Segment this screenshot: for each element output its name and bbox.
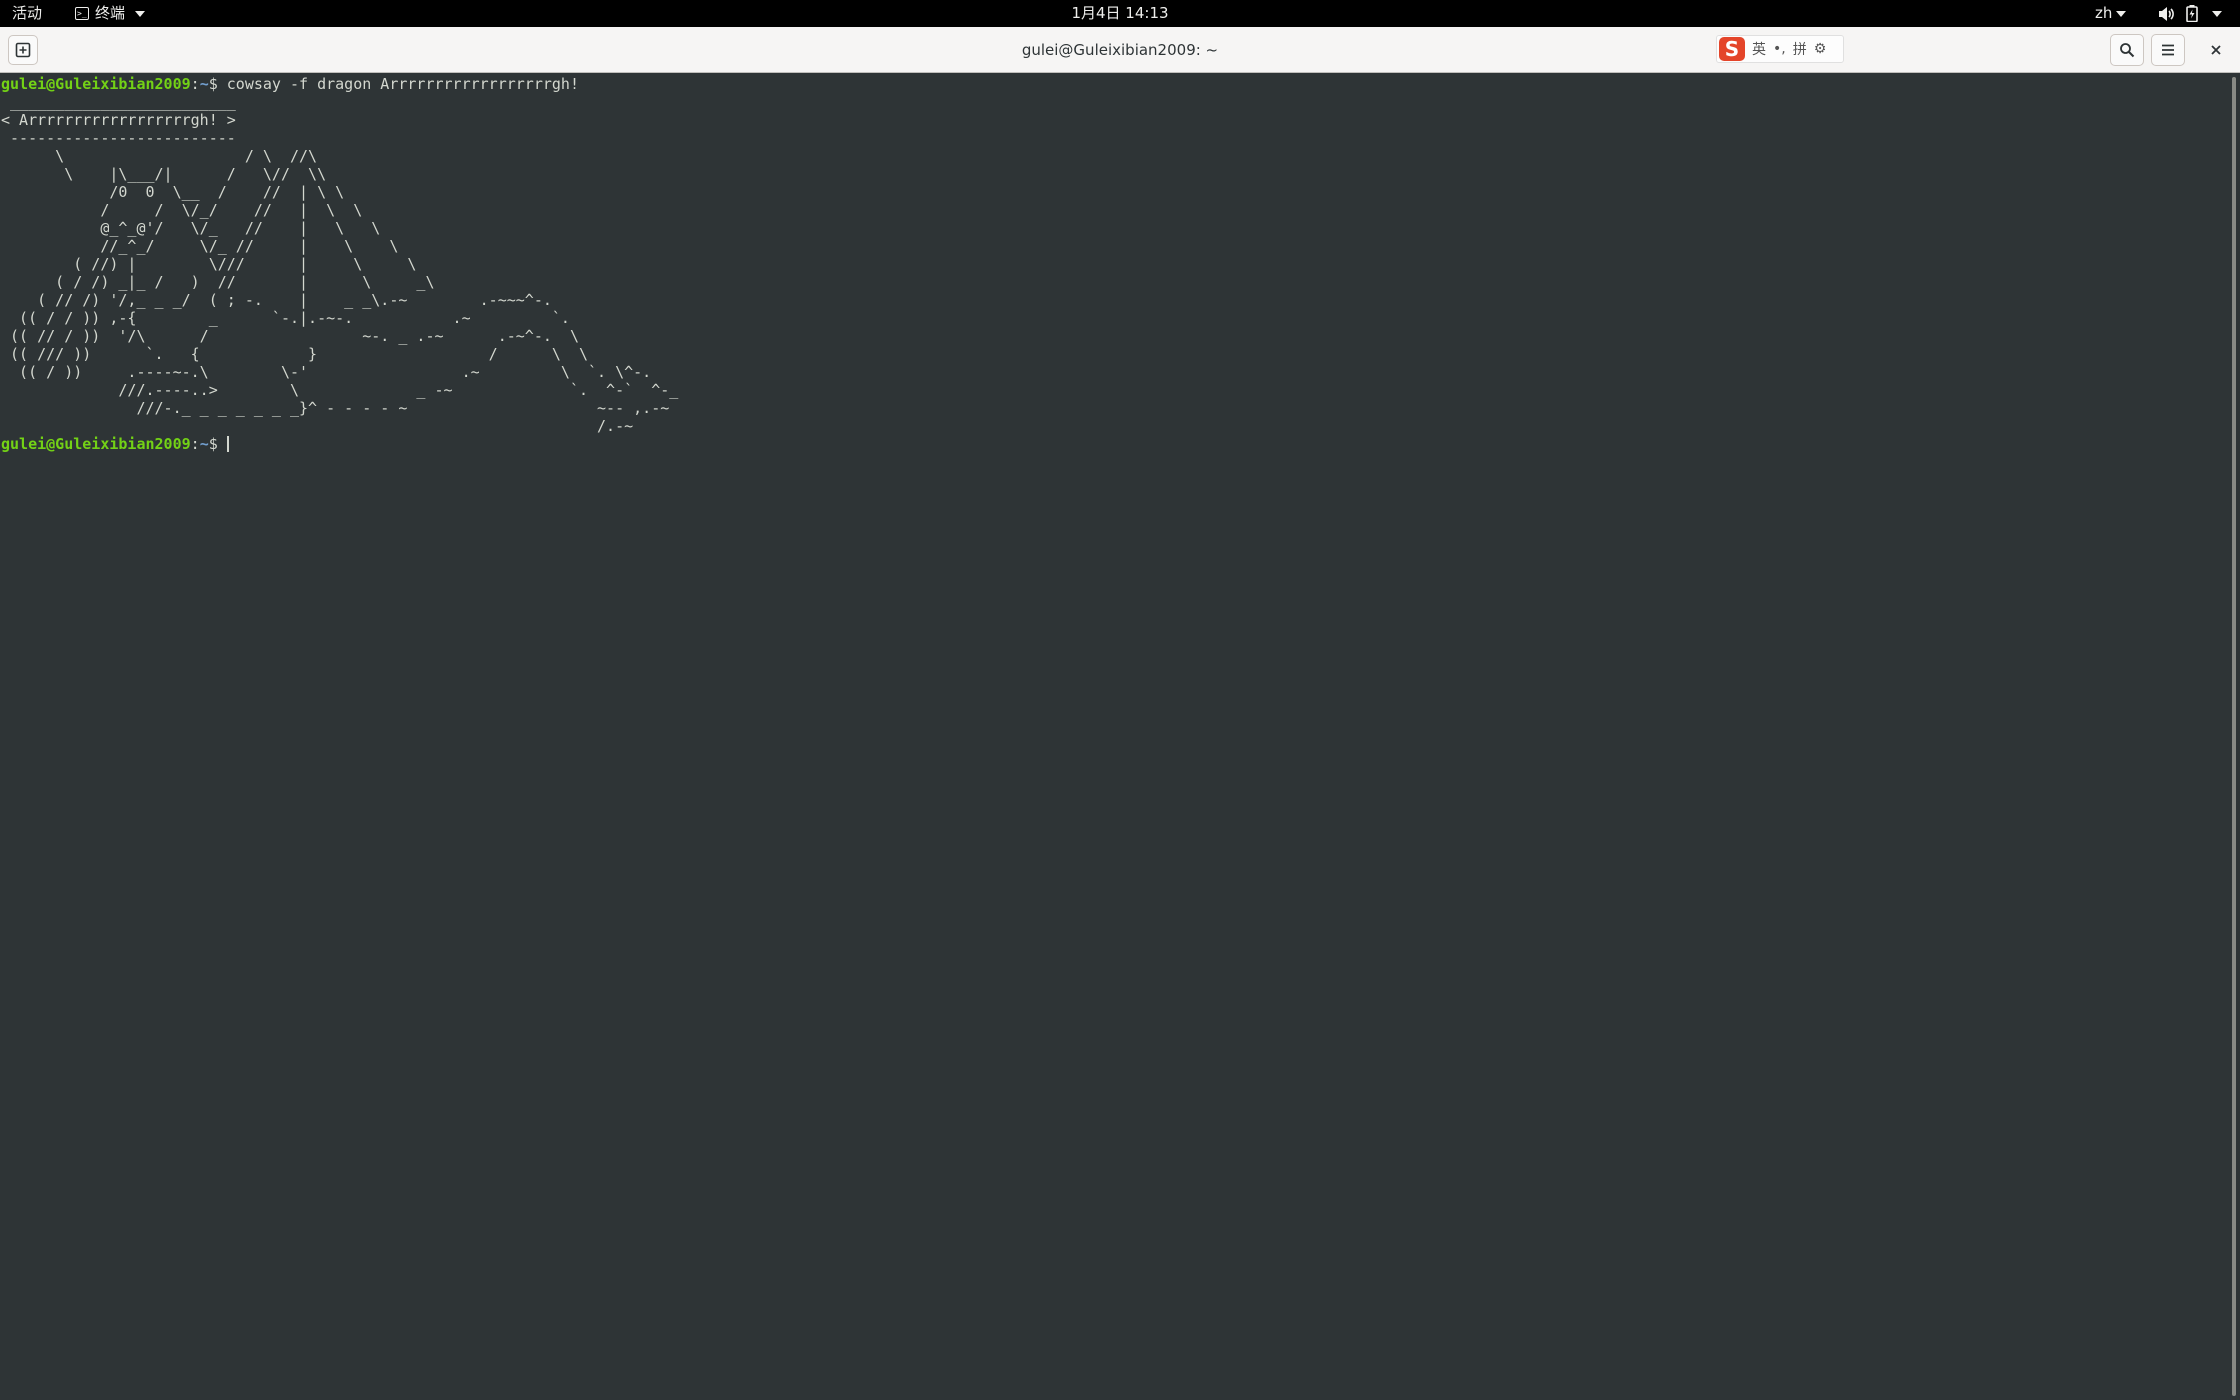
clock[interactable]: 1月4日 14:13	[0, 0, 2240, 27]
top-bar: 活动 >_ 终端 1月4日 14:13 zh	[0, 0, 2240, 27]
gear-icon[interactable]: ⚙	[1814, 41, 1827, 57]
terminal-view[interactable]: gulei@Guleixibian2009:~$ cowsay -f drago…	[0, 73, 2228, 1400]
ime-mode-toggle[interactable]: 英	[1752, 39, 1766, 59]
ime-punctuation-toggle[interactable]: •,	[1773, 41, 1786, 57]
system-menu[interactable]	[2158, 0, 2222, 27]
prompt-user: gulei@Guleixibian2009	[1, 435, 191, 453]
command-text: cowsay -f dragon Arrrrrrrrrrrrrrrrrrgh!	[226, 75, 579, 93]
ime-pinyin-button[interactable]: 拼	[1793, 39, 1807, 59]
cowsay-output: _________________________ < Arrrrrrrrrrr…	[1, 93, 679, 435]
prompt-dollar: $	[208, 435, 227, 453]
terminal-headerbar: gulei@Guleixibian2009: ~ S 英 •, 拼 ⚙	[0, 27, 2240, 73]
hamburger-icon	[2162, 44, 2174, 56]
window-title: gulei@Guleixibian2009: ~	[1021, 41, 1219, 59]
close-icon	[2211, 45, 2221, 55]
terminal-output: gulei@Guleixibian2009:~$ cowsay -f drago…	[1, 75, 678, 453]
terminal-scrollbar[interactable]	[2228, 73, 2240, 1400]
prompt-path: ~	[199, 435, 209, 453]
search-icon	[2120, 43, 2135, 58]
language-label: zh	[2095, 4, 2113, 22]
chevron-down-icon	[2116, 10, 2127, 17]
command-line: gulei@Guleixibian2009:~$ cowsay -f drago…	[1, 75, 579, 93]
chevron-down-icon	[2212, 10, 2222, 17]
prompt-separator: :	[190, 75, 200, 93]
prompt-separator: :	[190, 435, 200, 453]
prompt-user: gulei@Guleixibian2009	[1, 75, 191, 93]
scrollbar-thumb[interactable]	[2232, 77, 2236, 1396]
new-tab-icon	[15, 42, 31, 58]
close-button[interactable]	[2200, 34, 2232, 66]
ime-toolbar[interactable]: S 英 •, 拼 ⚙	[1716, 35, 1844, 63]
prompt-dollar: $	[208, 75, 227, 93]
prompt-path: ~	[199, 75, 209, 93]
input-language-indicator[interactable]: zh	[2095, 0, 2127, 27]
text-cursor	[226, 436, 229, 452]
volume-icon	[2158, 6, 2176, 22]
sogou-logo-icon: S	[1719, 37, 1745, 61]
active-prompt-line: gulei@Guleixibian2009:~$	[1, 435, 229, 453]
search-button[interactable]	[2110, 34, 2144, 66]
menu-button[interactable]	[2151, 34, 2185, 66]
new-tab-button[interactable]	[8, 35, 38, 65]
battery-icon	[2186, 5, 2198, 22]
